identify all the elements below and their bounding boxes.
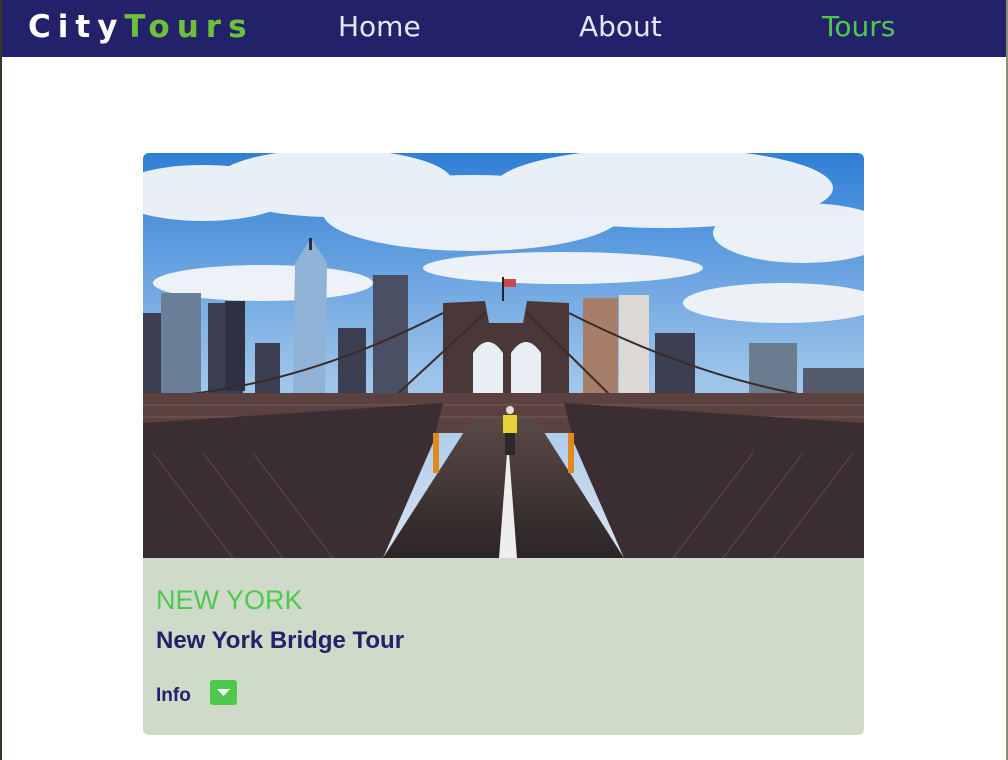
nav-link-tours[interactable]: Tours (822, 0, 895, 57)
window-edge-left (0, 0, 2, 760)
tour-city: NEW YORK (156, 585, 303, 615)
nav-link-about[interactable]: About (579, 0, 662, 57)
caret-down-icon (217, 689, 230, 696)
info-toggle-button[interactable] (210, 680, 237, 705)
navbar: CityTours Home About Tours (2, 0, 1006, 57)
nav-link-home[interactable]: Home (338, 0, 421, 57)
tour-photo (143, 153, 864, 558)
brand-logo[interactable]: CityTours (28, 2, 254, 52)
brand-part-tours: Tours (124, 9, 254, 45)
brand-part-city: City (28, 9, 125, 45)
tour-card: NEW YORK New York Bridge Tour Info (143, 153, 864, 735)
tour-title: New York Bridge Tour (156, 627, 405, 654)
info-label: Info (156, 685, 191, 706)
